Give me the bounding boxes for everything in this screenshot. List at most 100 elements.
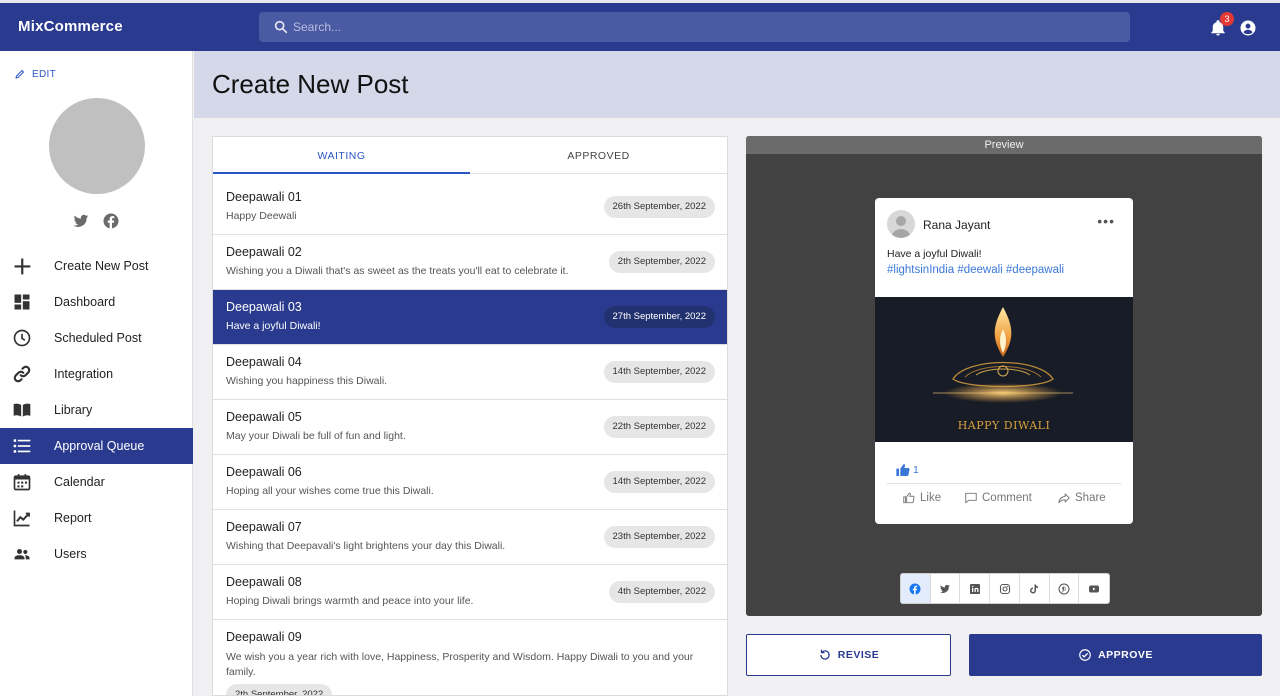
post-text: Wishing that Deepavali's light brightens…: [226, 540, 506, 552]
sidebar-item-label: Calendar: [54, 475, 105, 489]
post-text: May your Diwali be full of fun and light…: [226, 430, 406, 442]
post-list-panel: WAITING APPROVED Deepawali 01 Happy Deew…: [212, 136, 728, 696]
platform-twitter[interactable]: [931, 574, 961, 603]
post-date-chip: 14th September, 2022: [603, 361, 715, 383]
sidebar-item-label: Dashboard: [54, 295, 116, 309]
sidebar-item-users[interactable]: Users: [0, 536, 193, 572]
sidebar-item-create-new-post[interactable]: Create New Post: [0, 248, 193, 284]
sidebar-item-scheduled-post[interactable]: Scheduled Post: [0, 320, 193, 356]
post-list-item-selected[interactable]: Deepawali 03 Have a joyful Diwali! 27th …: [213, 290, 727, 345]
post-title: Deepawali 02: [226, 245, 302, 259]
sidebar-item-label: Approval Queue: [54, 439, 145, 453]
tab-approved[interactable]: APPROVED: [470, 137, 727, 174]
platform-pinterest[interactable]: [1050, 574, 1080, 603]
sidebar-item-label: Library: [54, 403, 93, 417]
approve-label: APPROVE: [1098, 649, 1153, 661]
twitter-icon: [940, 584, 951, 593]
divider: [887, 483, 1121, 484]
platform-instagram[interactable]: [990, 574, 1020, 603]
sidebar-item-approval-queue[interactable]: Approval Queue: [0, 428, 193, 464]
like-button[interactable]: Like: [902, 491, 941, 505]
sidebar-item-calendar[interactable]: Calendar: [0, 464, 193, 500]
sidebar-item-label: Report: [54, 511, 92, 525]
post-list-item[interactable]: Deepawali 09 We wish you a year rich wit…: [213, 620, 727, 695]
notification-badge: 3: [1220, 12, 1234, 26]
users-icon: [14, 549, 30, 560]
sidebar-item-label: Scheduled Post: [54, 331, 142, 345]
platform-linkedin[interactable]: [960, 574, 991, 603]
post-date-chip: 26th September, 2022: [603, 196, 715, 218]
revise-button[interactable]: REVISE: [746, 634, 951, 676]
post-text: Wishing you happiness this Diwali.: [226, 375, 388, 387]
edit-profile-button[interactable]: EDIT: [14, 68, 56, 80]
sidebar-item-label: Users: [54, 547, 87, 561]
facebook-icon[interactable]: [102, 212, 120, 230]
post-list-item[interactable]: Deepawali 01 Happy Deewali 26th Septembe…: [213, 180, 727, 235]
like-icon: [903, 492, 915, 504]
pinterest-icon: [1058, 583, 1070, 594]
facebook-post-preview-card: Rana Jayant ••• Have a joyful Diwali! #l…: [875, 198, 1133, 524]
dashboard-icon: [14, 294, 30, 310]
platform-tiktok[interactable]: [1020, 574, 1050, 603]
twitter-icon[interactable]: [72, 212, 90, 230]
clock-icon: [13, 329, 31, 347]
post-title: Deepawali 06: [226, 465, 302, 479]
post-title: Deepawali 03: [226, 300, 302, 314]
comment-icon: [965, 492, 977, 504]
queue-tabs: WAITING APPROVED: [213, 137, 727, 174]
post-text: Happy Deewali: [226, 210, 297, 222]
post-date-chip: 4th September, 2022: [608, 581, 715, 603]
search-input[interactable]: [293, 12, 1113, 42]
post-list-item[interactable]: Deepawali 07 Wishing that Deepavali's li…: [213, 510, 727, 565]
search-bar[interactable]: [259, 12, 1130, 42]
post-hashtags: #lightsinIndia #deewali #deepawali: [887, 264, 1065, 276]
calendar-icon: [13, 474, 31, 491]
linkedin-icon: [969, 583, 980, 594]
account-icon[interactable]: [1239, 19, 1257, 37]
post-title: Deepawali 05: [226, 410, 302, 424]
platform-facebook[interactable]: [901, 574, 931, 603]
link-icon: [13, 365, 31, 383]
platform-youtube[interactable]: [1079, 574, 1109, 603]
comment-label: Comment: [982, 492, 1032, 504]
list-icon: [13, 439, 31, 453]
like-count: 1: [895, 462, 919, 478]
revise-icon: [820, 649, 830, 660]
post-text: Hoping all your wishes come true this Di…: [226, 485, 434, 497]
page-header: Create New Post: [194, 51, 1280, 118]
image-caption: HAPPY DIWALI: [957, 419, 1051, 432]
sidebar-item-integration[interactable]: Integration: [0, 356, 193, 392]
approve-button[interactable]: APPROVE: [969, 634, 1262, 676]
pencil-icon: [15, 70, 24, 79]
post-title: Deepawali 08: [226, 575, 302, 589]
page-title: Create New Post: [212, 69, 409, 99]
post-date-chip: 22th September, 2022: [603, 416, 715, 438]
post-list-item[interactable]: Deepawali 02 Wishing you a Diwali that's…: [213, 235, 727, 290]
sidebar-item-dashboard[interactable]: Dashboard: [0, 284, 193, 320]
author-name: Rana Jayant: [923, 218, 991, 232]
post-title: Deepawali 09: [226, 630, 302, 644]
tab-waiting[interactable]: WAITING: [213, 137, 470, 174]
thumbs-up-icon: [896, 464, 910, 476]
sidebar-item-report[interactable]: Report: [0, 500, 193, 536]
sidebar: EDIT Create New Post Dashboard Scheduled…: [0, 51, 193, 696]
post-list-item[interactable]: Deepawali 06 Hoping all your wishes come…: [213, 455, 727, 510]
share-button[interactable]: Share: [1057, 491, 1106, 505]
sidebar-item-library[interactable]: Library: [0, 392, 193, 428]
post-text: Wishing you a Diwali that's as sweet as …: [226, 265, 569, 277]
post-date-chip: 14th September, 2022: [603, 471, 715, 493]
comment-button[interactable]: Comment: [964, 491, 1032, 505]
check-circle-icon: [1079, 649, 1091, 661]
youtube-icon: [1089, 585, 1100, 592]
preview-header: Preview: [746, 136, 1262, 154]
post-list-item[interactable]: Deepawali 08 Hoping Diwali brings warmth…: [213, 565, 727, 620]
platform-selector: [900, 573, 1110, 604]
chart-icon: [13, 510, 30, 527]
revise-label: REVISE: [837, 649, 880, 661]
post-list-item[interactable]: Deepawali 04 Wishing you happiness this …: [213, 345, 727, 400]
post-list-item[interactable]: Deepawali 05 May your Diwali be full of …: [213, 400, 727, 455]
like-label: Like: [920, 492, 942, 504]
app-title[interactable]: MixCommerce: [18, 18, 123, 35]
share-label: Share: [1075, 492, 1106, 504]
more-options-icon[interactable]: •••: [1097, 214, 1115, 228]
